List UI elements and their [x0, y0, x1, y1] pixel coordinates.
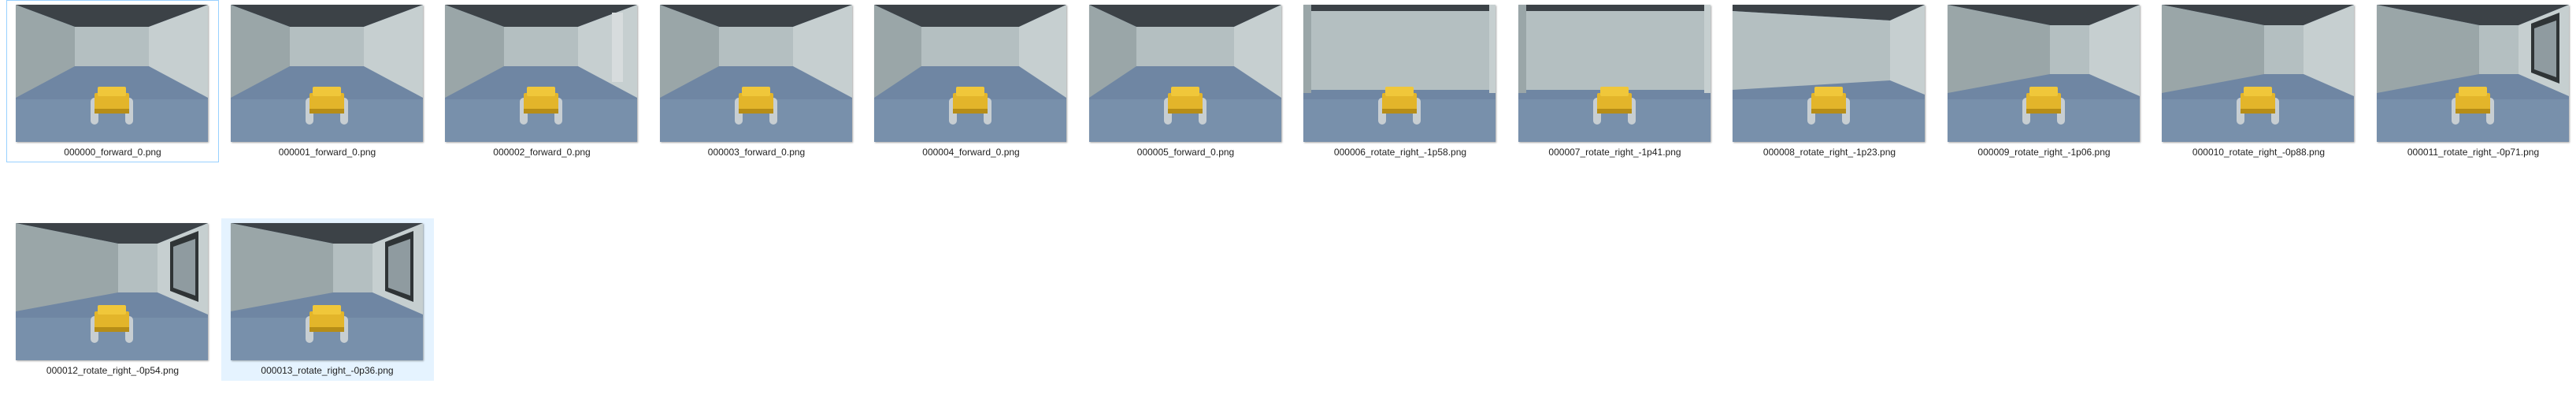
file-thumbnail-image[interactable] — [874, 5, 1066, 142]
file-item[interactable]: 000008_rotate_right_-1p23.png — [1723, 0, 1936, 162]
file-thumbnail-image[interactable] — [2376, 5, 2569, 142]
file-item[interactable]: 000007_rotate_right_-1p41.png — [1509, 0, 1722, 162]
file-thumbnail-image[interactable] — [1947, 5, 2140, 142]
file-name-label[interactable]: 000007_rotate_right_-1p41.png — [1510, 147, 1721, 158]
file-name-label[interactable]: 000011_rotate_right_-0p71.png — [2368, 147, 2576, 158]
file-name-label[interactable]: 000010_rotate_right_-0p88.png — [2153, 147, 2364, 158]
file-name-label[interactable]: 000003_forward_0.png — [651, 147, 862, 158]
file-item[interactable]: 000006_rotate_right_-1p58.png — [1294, 0, 1507, 162]
file-thumbnail-image[interactable] — [1518, 5, 1711, 142]
file-name-label[interactable]: 000012_rotate_right_-0p54.png — [7, 365, 218, 376]
file-thumbnail-image[interactable] — [1733, 5, 1925, 142]
file-thumbnail-image[interactable] — [2162, 5, 2354, 142]
file-item[interactable]: 000011_rotate_right_-0p71.png — [2367, 0, 2576, 162]
file-thumbnail-image[interactable] — [230, 223, 423, 360]
file-name-label[interactable]: 000006_rotate_right_-1p58.png — [1295, 147, 1506, 158]
file-thumbnail-image[interactable] — [445, 5, 637, 142]
file-name-label[interactable]: 000000_forward_0.png — [7, 147, 218, 158]
file-name-label[interactable]: 000008_rotate_right_-1p23.png — [1724, 147, 1935, 158]
file-name-label[interactable]: 000004_forward_0.png — [865, 147, 1077, 158]
file-thumbnail-image[interactable] — [659, 5, 852, 142]
file-item[interactable]: 000000_forward_0.png — [6, 0, 219, 162]
file-item[interactable]: 000004_forward_0.png — [865, 0, 1077, 162]
file-item[interactable]: 000013_rotate_right_-0p36.png — [221, 218, 434, 381]
file-explorer-thumbnail-view: 000000_forward_0.png 000001_forward_0.png… — [0, 0, 2576, 417]
file-item[interactable]: 000012_rotate_right_-0p54.png — [6, 218, 219, 381]
file-thumbnail-image[interactable] — [16, 5, 208, 142]
file-name-label[interactable]: 000001_forward_0.png — [222, 147, 433, 158]
file-item[interactable]: 000001_forward_0.png — [221, 0, 434, 162]
file-item[interactable]: 000005_forward_0.png — [1080, 0, 1292, 162]
file-name-label[interactable]: 000013_rotate_right_-0p36.png — [222, 365, 433, 376]
file-thumbnail-image[interactable] — [1088, 5, 1281, 142]
file-item[interactable]: 000009_rotate_right_-1p06.png — [1938, 0, 2151, 162]
file-name-label[interactable]: 000009_rotate_right_-1p06.png — [1939, 147, 2150, 158]
file-thumbnail-image[interactable] — [1303, 5, 1496, 142]
file-name-label[interactable]: 000005_forward_0.png — [1080, 147, 1292, 158]
file-item[interactable]: 000003_forward_0.png — [650, 0, 863, 162]
file-thumbnail-image[interactable] — [16, 223, 208, 360]
file-item[interactable]: 000002_forward_0.png — [436, 0, 648, 162]
file-thumbnail-image[interactable] — [230, 5, 423, 142]
file-name-label[interactable]: 000002_forward_0.png — [436, 147, 647, 158]
file-item[interactable]: 000010_rotate_right_-0p88.png — [2152, 0, 2365, 162]
